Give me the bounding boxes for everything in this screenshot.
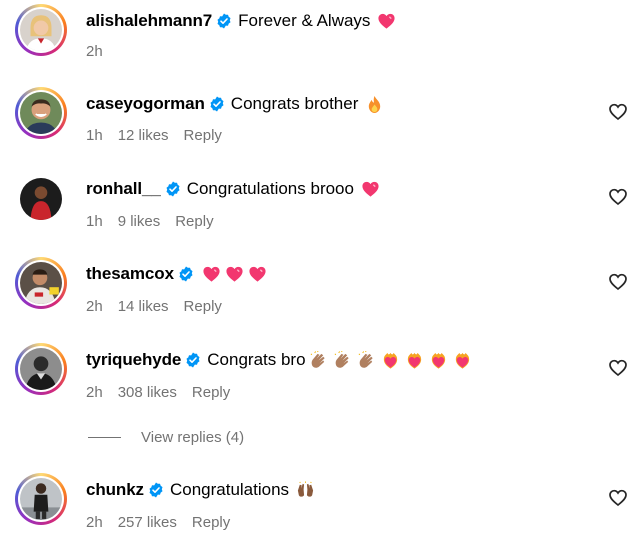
- username[interactable]: caseyogorman: [86, 94, 205, 114]
- reply-button[interactable]: Reply: [184, 127, 222, 144]
- heart-pink-icon: [225, 265, 244, 284]
- comment-likes[interactable]: 257 likes: [118, 514, 177, 531]
- avatar[interactable]: [15, 257, 67, 309]
- username[interactable]: ronhall__: [86, 179, 161, 199]
- verified-badge-icon: [216, 13, 232, 29]
- comment-likes[interactable]: 12 likes: [118, 127, 169, 144]
- replies-divider: [88, 436, 121, 438]
- like-heart-icon[interactable]: [608, 187, 628, 207]
- avatar-man-icon: [20, 262, 62, 304]
- view-replies-label: View replies (4): [141, 428, 245, 446]
- comment-text: Forever & Always: [238, 11, 371, 30]
- fire-icon: [365, 95, 384, 114]
- comment-time: 1h: [86, 212, 103, 230]
- reply-button[interactable]: Reply: [175, 213, 213, 230]
- avatar-man-icon: [20, 478, 62, 520]
- like-heart-icon[interactable]: [608, 358, 628, 378]
- heart-pink-icon: [361, 180, 380, 199]
- heart-on-fire-icon: [453, 351, 472, 370]
- avatar[interactable]: [15, 343, 67, 395]
- comment-likes[interactable]: 308 likes: [118, 384, 177, 401]
- clap-icon: [333, 350, 352, 370]
- heart-on-fire-icon: [405, 351, 424, 370]
- verified-badge-icon: [165, 181, 181, 197]
- comment-likes[interactable]: 9 likes: [118, 213, 161, 230]
- verified-badge-icon: [178, 266, 194, 282]
- comment-text: Congrats brother: [230, 94, 359, 113]
- clap-icon: [357, 350, 376, 370]
- comment-likes[interactable]: 14 likes: [118, 298, 169, 315]
- reply-button[interactable]: Reply: [184, 298, 222, 315]
- avatar[interactable]: [15, 87, 67, 139]
- heart-pink-icon: [202, 265, 221, 284]
- like-heart-icon[interactable]: [608, 272, 628, 292]
- comment-text: Congrats bro: [207, 350, 306, 369]
- username[interactable]: thesamcox: [86, 264, 174, 284]
- username[interactable]: chunkz: [86, 480, 144, 500]
- heart-on-fire-icon: [429, 351, 448, 370]
- heart-on-fire-icon: [381, 351, 400, 370]
- avatar-man-icon: [20, 348, 62, 390]
- avatar-man-icon: [20, 178, 62, 220]
- comment-time: 2h: [86, 383, 103, 401]
- comment-time: 2h: [86, 42, 103, 60]
- avatar-woman-icon: [20, 9, 62, 51]
- reply-button[interactable]: Reply: [192, 514, 230, 531]
- comment-text: Congratulations brooo: [186, 179, 354, 198]
- like-heart-icon[interactable]: [608, 488, 628, 508]
- comment-time: 2h: [86, 297, 103, 315]
- username[interactable]: tyriquehyde: [86, 350, 181, 370]
- verified-badge-icon: [209, 96, 225, 112]
- comment-time: 2h: [86, 513, 103, 531]
- reply-button[interactable]: Reply: [192, 384, 230, 401]
- heart-pink-icon: [377, 12, 396, 31]
- heart-pink-icon: [248, 265, 267, 284]
- avatar-man-icon: [20, 92, 62, 134]
- like-heart-icon[interactable]: [608, 102, 628, 122]
- raising-hands-icon: [296, 480, 315, 500]
- verified-badge-icon: [148, 482, 164, 498]
- avatar[interactable]: [15, 4, 67, 56]
- view-replies-button[interactable]: View replies (4): [88, 426, 244, 448]
- avatar[interactable]: [15, 173, 67, 225]
- comment-text: Congratulations: [169, 480, 290, 499]
- comment-time: 1h: [86, 126, 103, 144]
- verified-badge-icon: [185, 352, 201, 368]
- username[interactable]: alishalehmann7: [86, 11, 212, 31]
- avatar[interactable]: [15, 473, 67, 525]
- clap-icon: [309, 350, 328, 370]
